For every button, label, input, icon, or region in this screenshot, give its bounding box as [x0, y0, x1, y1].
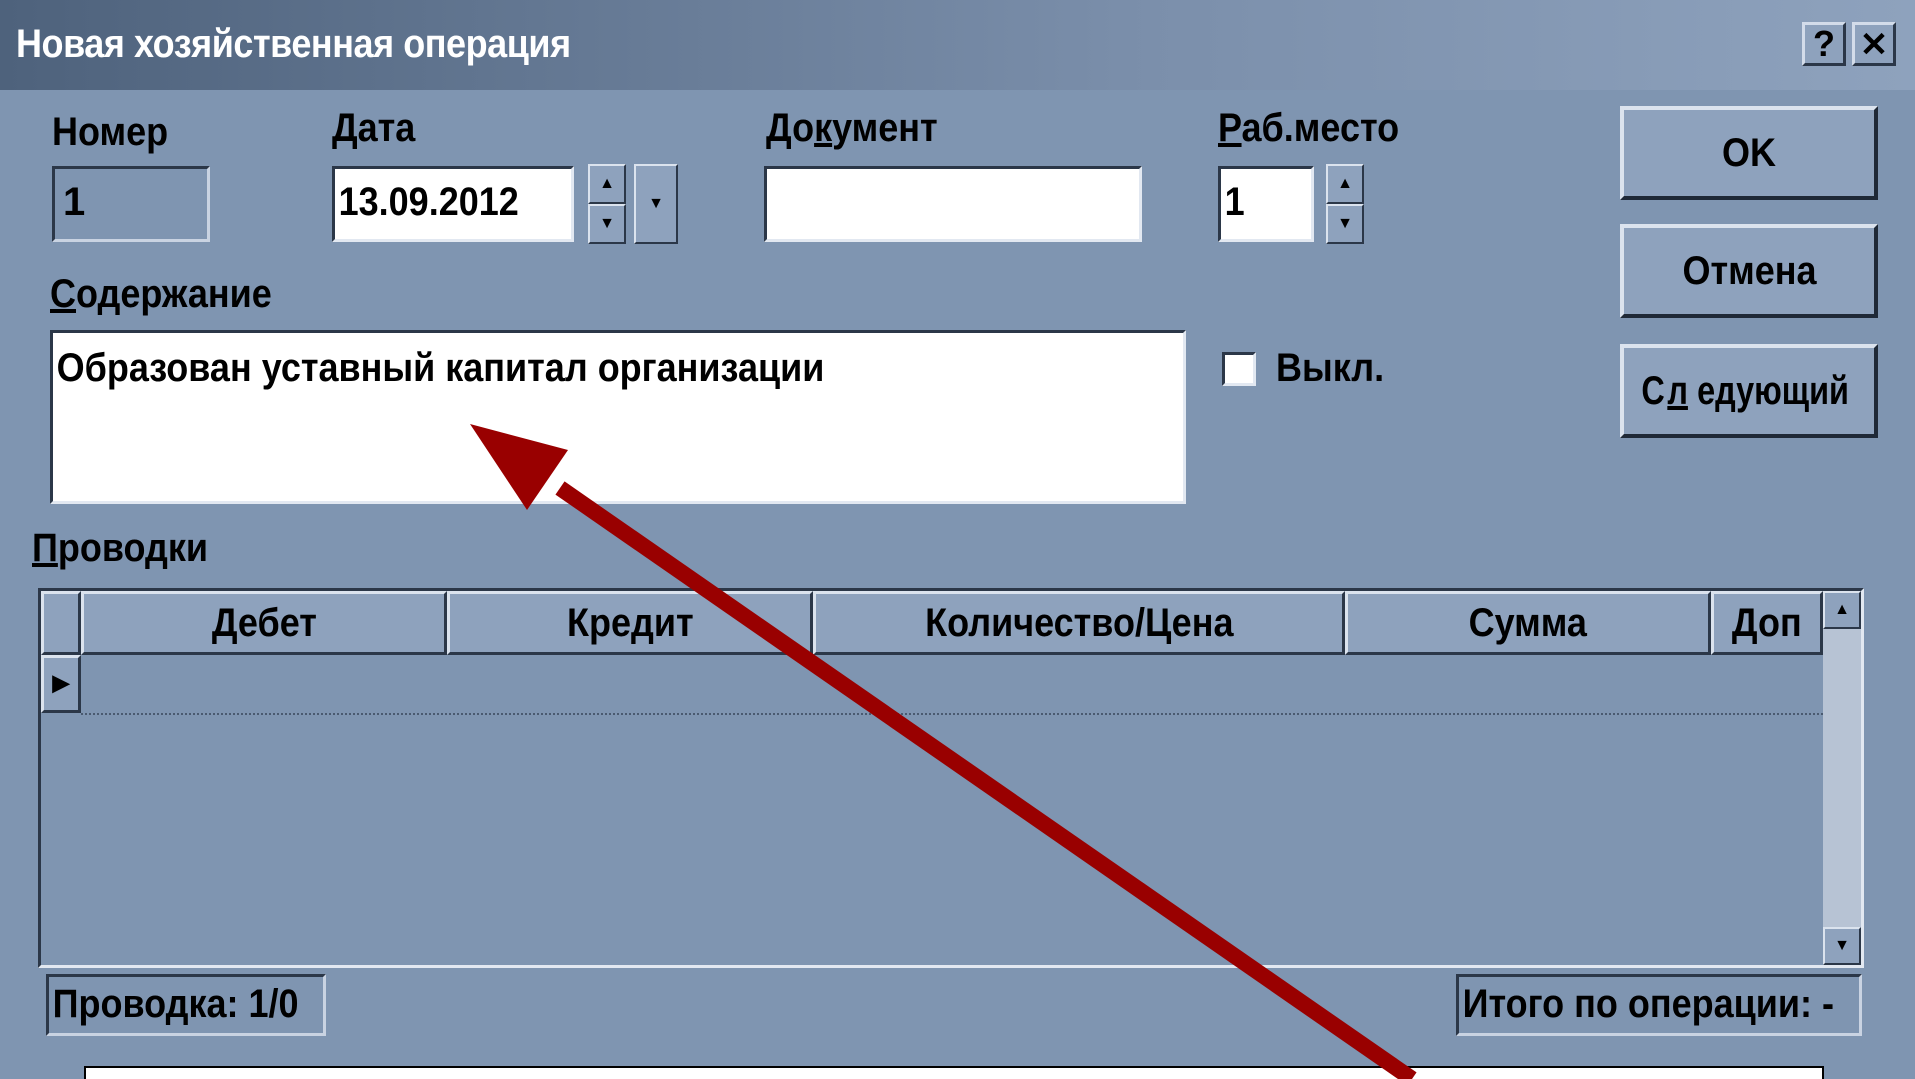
- annotation-arrow: [470, 424, 1417, 1079]
